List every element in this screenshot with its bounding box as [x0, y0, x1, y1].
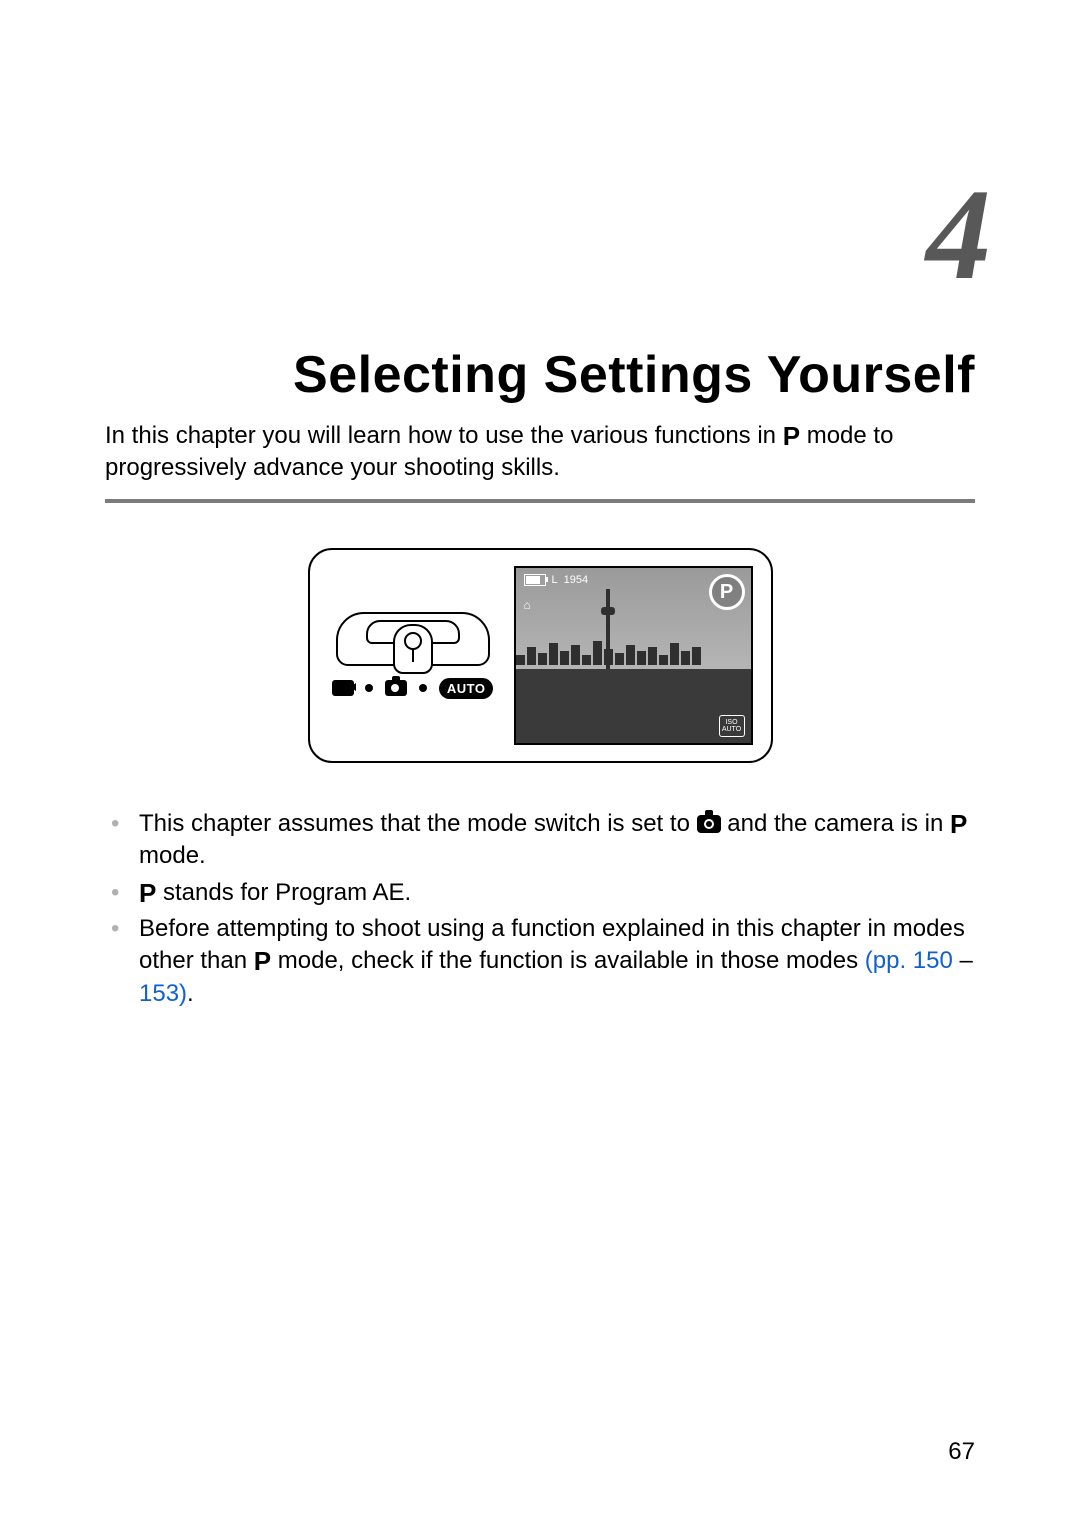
lcd-top-info: L 1954	[524, 574, 589, 586]
dot-separator	[419, 684, 427, 692]
p-mode-icon: P	[254, 948, 271, 974]
bullet-1: This chapter assumes that the mode switc…	[105, 808, 975, 873]
switch-knob	[393, 624, 433, 674]
dot-separator	[365, 684, 373, 692]
bullet-3-post: .	[187, 980, 194, 1007]
lcd-skyline	[516, 641, 751, 669]
battery-icon	[524, 574, 546, 586]
iso-value: AUTO	[720, 726, 744, 733]
chapter-number: 4	[105, 170, 987, 300]
page-number: 67	[948, 1438, 975, 1466]
lcd-lock-icon: ⌂	[524, 598, 531, 612]
bullet-3: Before attempting to shoot using a funct…	[105, 913, 975, 1010]
lcd-size-indicator: L	[552, 574, 558, 586]
lcd-preview: L 1954 ⌂ P ISO AUTO	[514, 566, 753, 745]
chapter-title: Selecting Settings Yourself	[105, 345, 975, 405]
manual-page: 4 Selecting Settings Yourself In this ch…	[0, 0, 1080, 1521]
bullet-2-text: stands for Program AE.	[156, 879, 411, 906]
bullet-2: P stands for Program AE.	[105, 877, 975, 909]
section-divider	[105, 499, 975, 503]
p-mode-icon: P	[950, 811, 967, 837]
video-mode-icon	[332, 680, 354, 696]
p-mode-icon: P	[783, 423, 800, 449]
camera-icon	[697, 815, 721, 833]
bullet-list: This chapter assumes that the mode switc…	[105, 808, 975, 1010]
mode-illustration: AUTO L 1954 ⌂ P ISO AUTO	[308, 548, 773, 763]
mode-switch-diagram: AUTO	[328, 612, 498, 699]
bullet-3-dash: –	[953, 947, 973, 974]
page-ref-link-153[interactable]: 153)	[139, 980, 187, 1007]
lcd-iso-indicator: ISO AUTO	[719, 715, 745, 737]
bullet-3-mid: mode, check if the function is available…	[271, 947, 865, 974]
intro-text-pre: In this chapter you will learn how to us…	[105, 422, 783, 449]
bullet-1-mid: and the camera is in	[721, 810, 950, 837]
lcd-p-mode-badge: P	[709, 574, 745, 610]
switch-body	[336, 612, 490, 666]
switch-labels: AUTO	[328, 678, 498, 699]
camera-mode-icon	[385, 680, 407, 696]
chapter-intro: In this chapter you will learn how to us…	[105, 420, 975, 485]
lcd-shots-remaining: 1954	[564, 574, 588, 586]
bullet-1-pre: This chapter assumes that the mode switc…	[139, 810, 697, 837]
lcd-ground	[516, 669, 751, 743]
auto-mode-label: AUTO	[439, 678, 494, 699]
bullet-1-post: mode.	[139, 842, 206, 869]
page-ref-link-150[interactable]: (pp. 150	[865, 947, 953, 974]
iso-label: ISO	[720, 719, 744, 726]
p-mode-icon: P	[139, 880, 156, 906]
